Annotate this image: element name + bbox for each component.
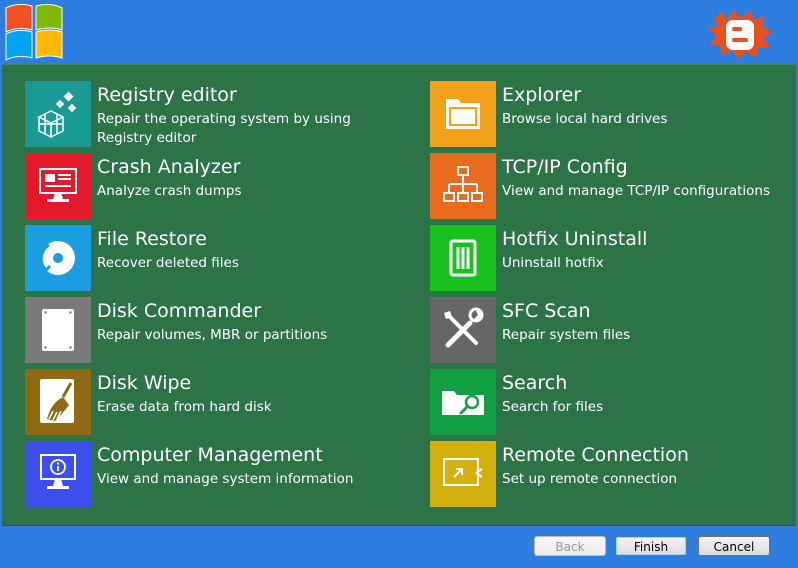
- tool-search[interactable]: Search Search for files: [430, 369, 760, 435]
- windows-logo-icon: [5, 3, 63, 61]
- tool-title: Search: [502, 372, 568, 394]
- tool-description: Repair volumes, MBR or partitions: [97, 327, 328, 343]
- tool-title: Hotfix Uninstall: [502, 228, 648, 250]
- tool-description: View and manage TCP/IP configurations: [502, 183, 771, 199]
- remote-screen-icon: [430, 441, 496, 507]
- finish-button[interactable]: Finish: [615, 536, 687, 556]
- trash-can-icon: [430, 225, 496, 291]
- tool-title: Disk Wipe: [97, 372, 192, 394]
- tool-hotfix-uninstall[interactable]: Hotfix Uninstall Uninstall hotfix: [430, 225, 760, 291]
- tool-description: Browse local hard drives: [502, 111, 668, 127]
- tool-title: SFC Scan: [502, 300, 591, 322]
- tools-icon: [430, 297, 496, 363]
- tool-title: TCP/IP Config: [502, 156, 628, 178]
- tool-description: Uninstall hotfix: [502, 255, 604, 271]
- tool-title: Crash Analyzer: [97, 156, 241, 178]
- tool-description: Repair system files: [502, 327, 631, 343]
- tool-title: Registry editor: [97, 84, 237, 106]
- tool-description: Set up remote connection: [502, 471, 678, 487]
- disc-restore-icon: [25, 225, 91, 291]
- tools-panel: Registry editor Repair the operating sys…: [2, 64, 796, 526]
- tool-description: View and manage system information: [97, 471, 354, 487]
- tool-title: File Restore: [97, 228, 207, 250]
- tool-description: Analyze crash dumps: [97, 183, 242, 199]
- computer-info-icon: [25, 441, 91, 507]
- header-bar: [0, 0, 798, 64]
- tool-description: Repair the operating system by using Reg…: [97, 111, 351, 146]
- tool-crash-analyzer[interactable]: Crash Analyzer Analyze crash dumps: [25, 153, 355, 219]
- tool-disk-commander[interactable]: Disk Commander Repair volumes, MBR or pa…: [25, 297, 355, 363]
- tool-registry-editor[interactable]: Registry editor Repair the operating sys…: [25, 81, 355, 147]
- broom-disk-icon: [25, 369, 91, 435]
- folder-icon: [430, 81, 496, 147]
- tool-file-restore[interactable]: File Restore Recover deleted files: [25, 225, 355, 291]
- tool-computer-management[interactable]: Computer Management View and manage syst…: [25, 441, 355, 507]
- blogger-logo-icon: [708, 10, 772, 59]
- tool-explorer[interactable]: Explorer Browse local hard drives: [430, 81, 760, 147]
- tool-description: Recover deleted files: [97, 255, 239, 271]
- hard-disk-icon: [25, 297, 91, 363]
- tool-title: Remote Connection: [502, 444, 689, 466]
- tool-remote-connection[interactable]: Remote Connection Set up remote connecti…: [430, 441, 760, 507]
- tool-tcpip-config[interactable]: TCP/IP Config View and manage TCP/IP con…: [430, 153, 770, 219]
- back-button[interactable]: Back: [534, 536, 606, 556]
- cancel-button[interactable]: Cancel: [698, 536, 770, 556]
- registry-icon: [25, 81, 91, 147]
- tool-title: Computer Management: [97, 444, 323, 466]
- tool-title: Explorer: [502, 84, 582, 106]
- tool-title: Disk Commander: [97, 300, 262, 322]
- tool-sfc-scan[interactable]: SFC Scan Repair system files: [430, 297, 760, 363]
- tool-description: Search for files: [502, 399, 604, 415]
- search-folder-icon: [430, 369, 496, 435]
- tool-description: Erase data from hard disk: [97, 399, 272, 415]
- crash-monitor-icon: [25, 153, 91, 219]
- footer-bar: Back Finish Cancel: [0, 526, 798, 568]
- network-icon: [430, 153, 496, 219]
- tool-disk-wipe[interactable]: Disk Wipe Erase data from hard disk: [25, 369, 355, 435]
